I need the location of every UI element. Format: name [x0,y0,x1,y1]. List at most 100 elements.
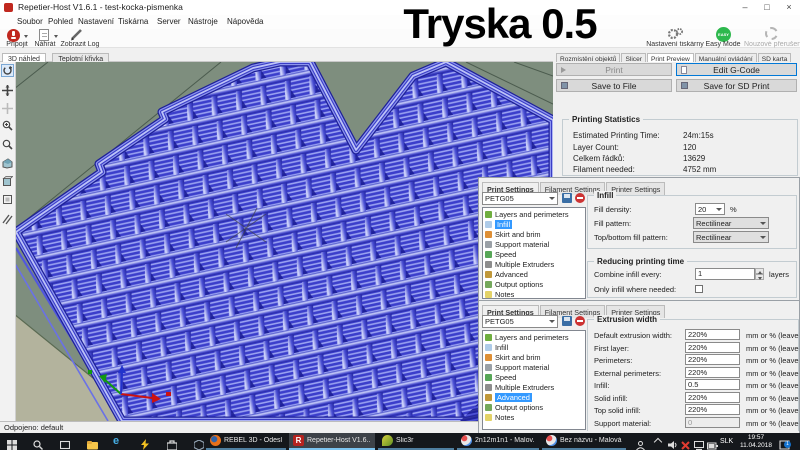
menu-pohled[interactable]: Pohled [48,17,73,26]
taskbar-app-slic3r[interactable]: Slic3r [378,433,454,450]
top-bottom-pattern-select[interactable]: Rectilinear [693,231,769,243]
tree-item-notes[interactable]: Notes [485,412,514,422]
tree-item-support[interactable]: Support material [485,239,549,249]
tree-item-layers[interactable]: Layers and perimeters [485,209,569,219]
extrusion-row-input[interactable]: 220% [685,367,740,378]
maximize-button[interactable]: □ [757,0,777,14]
task-view-icon[interactable] [60,437,70,450]
search-icon[interactable] [33,437,43,450]
delete-preset-icon[interactable] [575,316,585,326]
tree-item-skirt[interactable]: Skirt and brim [485,352,541,362]
preset-select[interactable]: PETG05 [482,315,558,328]
save-preset-icon[interactable] [562,193,572,203]
connect-icon[interactable] [7,29,20,42]
extrusion-row-input[interactable]: 0.5 [685,379,740,390]
tab-sd-karta[interactable]: SD karta [758,53,792,62]
load-dropdown-caret[interactable] [54,35,58,38]
only-infill-checkbox[interactable] [695,285,703,293]
antivirus-icon[interactable] [681,437,690,450]
load-button-label[interactable]: Náhrát [30,41,60,48]
close-button[interactable]: × [779,0,799,14]
extrusion-row-input[interactable]: 220% [685,354,740,365]
move-view-tool-icon[interactable] [1,84,14,97]
show-log-icon[interactable] [69,28,84,42]
notification-center-icon[interactable]: 1 [779,437,790,450]
people-icon[interactable] [636,437,645,450]
extrusion-row-input[interactable]: 220% [685,329,740,340]
zoom-in-tool-icon[interactable] [1,119,14,132]
taskbar-app-firefox[interactable]: REBEL 3D - Odeslat... [206,433,286,450]
tab-manualni-ovladani[interactable]: Manuální ovládání [695,53,757,62]
tree-item-output[interactable]: Output options [485,402,543,412]
connect-button-label[interactable]: Připojit [0,41,34,48]
tree-item-infill[interactable]: Infill [485,219,512,229]
easy-mode-label[interactable]: Easy Mode [700,41,746,48]
tree-item-infill[interactable]: Infill [485,342,508,352]
printer-settings-icon[interactable] [666,27,684,41]
tab-slicer[interactable]: Slicer [621,53,646,62]
fill-density-suffix: % [730,205,737,214]
menu-nastroje[interactable]: Nástroje [188,17,218,26]
volume-icon[interactable] [668,437,678,450]
tree-item-layers[interactable]: Layers and perimeters [485,332,569,342]
language-indicator[interactable]: SLK [720,438,733,445]
view-isometric-icon[interactable] [1,157,14,170]
save-to-file-button[interactable]: Save to File [556,79,672,92]
extrusion-row-label: Infill: [594,381,609,390]
tree-item-notes[interactable]: Notes [485,289,514,299]
tree-item-speed[interactable]: Speed [485,372,516,382]
file-explorer-icon[interactable] [87,437,98,450]
cube-app-icon[interactable] [194,437,204,450]
taskbar-app-paint-1[interactable]: 2n12m1n1 - Malov... [457,433,539,450]
tree-item-speed[interactable]: Speed [485,249,516,259]
menu-napoveda[interactable]: Nápověda [227,17,263,26]
tree-item-advanced[interactable]: Advanced [485,269,528,279]
taskbar-app-paint-2[interactable]: Bez názvu - Malová... [542,433,626,450]
clock[interactable]: 19:5711.04.2018 [739,434,773,449]
tree-item-extruders[interactable]: Multiple Extruders [485,259,554,269]
edge-icon[interactable]: e [113,435,119,447]
tree-item-output[interactable]: Output options [485,279,543,289]
network-icon[interactable] [694,437,704,450]
connect-dropdown-caret[interactable] [24,35,28,38]
tray-expand-chevron[interactable] [654,438,662,446]
menu-nastaveni[interactable]: Nastavení [78,17,114,26]
load-icon[interactable] [39,29,49,41]
combine-infill-input[interactable]: 1 [695,268,755,280]
start-button[interactable] [7,437,17,450]
save-for-sd-button[interactable]: Save for SD Print [676,79,797,92]
save-preset-icon[interactable] [562,316,572,326]
show-log-button-label[interactable]: Zobrazit Log [60,41,100,48]
combine-infill-stepper[interactable] [755,268,764,280]
edit-gcode-button[interactable]: Edit G-Code [676,63,797,76]
tree-item-extruders[interactable]: Multiple Extruders [485,382,554,392]
preset-select[interactable]: PETG05 [482,192,558,205]
bolt-app-icon[interactable] [140,437,150,450]
view-top-icon[interactable] [1,193,14,206]
easy-mode-icon[interactable]: EASY [716,27,731,42]
menu-tiskarna[interactable]: Tiskárna [118,17,148,26]
taskbar-app-repetier[interactable]: R Repetier-Host V1.6... [289,433,375,450]
fill-density-select[interactable]: 20 [695,203,725,215]
tree-item-support[interactable]: Support material [485,362,549,372]
floppy-icon [681,82,688,89]
rotate-tool-icon[interactable] [1,64,14,77]
tab-rozmisteni-objektu[interactable]: Rozmístění objektů [556,53,620,62]
tab-print-preview[interactable]: Print Preview [647,53,694,62]
menu-server[interactable]: Server [157,17,181,26]
minimize-button[interactable]: – [735,0,755,14]
fill-pattern-select[interactable]: Rectilinear [693,217,769,229]
menu-soubor[interactable]: Soubor [17,17,43,26]
delete-preset-icon[interactable] [575,193,585,203]
extrusion-row-input[interactable]: 220% [685,404,740,415]
extrusion-row-input[interactable]: 220% [685,392,740,403]
tree-item-skirt[interactable]: Skirt and brim [485,229,541,239]
zoom-out-tool-icon[interactable] [1,138,14,151]
tree-item-advanced[interactable]: Advanced [485,392,532,402]
extrusion-row-input[interactable]: 220% [685,342,740,353]
store-icon[interactable] [167,437,177,450]
view-front-icon[interactable] [1,175,14,188]
parallel-projection-icon[interactable] [1,213,14,226]
battery-icon[interactable] [707,437,718,450]
viewport-3d[interactable] [14,62,553,421]
